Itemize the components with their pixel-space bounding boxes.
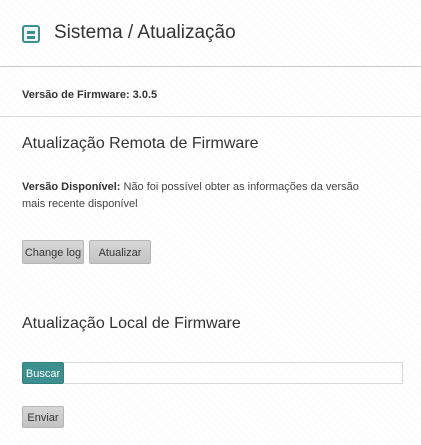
page-header: Sistema / Atualização <box>0 0 421 67</box>
firmware-version: Versão de Firmware: 3.0.5 <box>22 89 158 101</box>
page-title: Sistema / Atualização <box>54 22 236 43</box>
file-path-input[interactable] <box>64 362 403 384</box>
local-update-title: Atualização Local de Firmware <box>22 315 241 332</box>
divider <box>0 116 421 117</box>
update-button[interactable]: Atualizar <box>89 240 151 264</box>
remote-update-title: Atualização Remota de Firmware <box>22 135 259 152</box>
available-version-info: Versão Disponível: Não foi possível obte… <box>22 179 382 213</box>
changelog-button[interactable]: Change log <box>22 240 84 264</box>
available-version-label: Versão Disponível: <box>22 181 121 193</box>
send-button[interactable]: Enviar <box>22 406 64 428</box>
browse-button[interactable]: Buscar <box>22 362 64 384</box>
list-icon <box>22 25 40 43</box>
